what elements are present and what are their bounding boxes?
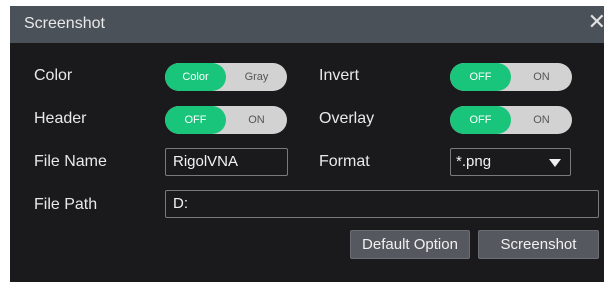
invert-option-on[interactable]: ON	[511, 63, 572, 91]
default-option-button[interactable]: Default Option	[350, 230, 470, 259]
overlay-toggle[interactable]: OFF ON	[450, 106, 572, 134]
color-option-color[interactable]: Color	[165, 63, 226, 91]
color-option-gray[interactable]: Gray	[226, 63, 287, 91]
overlay-option-on[interactable]: ON	[511, 106, 572, 134]
screenshot-dialog: Screenshot ✕ Color Color Gray Invert OFF…	[10, 6, 604, 282]
format-label: Format	[319, 153, 370, 170]
header-option-on[interactable]: ON	[226, 106, 287, 134]
color-label: Color	[34, 67, 73, 84]
file-name-label: File Name	[34, 153, 107, 170]
dialog-titlebar: Screenshot ✕	[10, 6, 604, 43]
file-path-label: File Path	[34, 196, 98, 213]
header-toggle[interactable]: OFF ON	[165, 106, 287, 134]
file-path-input[interactable]: D:	[165, 190, 599, 218]
header-label: Header	[34, 110, 87, 127]
overlay-option-off[interactable]: OFF	[450, 106, 511, 134]
file-name-input[interactable]: RigolVNA	[165, 148, 288, 176]
close-icon[interactable]: ✕	[588, 11, 604, 33]
invert-option-off[interactable]: OFF	[450, 63, 511, 91]
format-selected-value: *.png	[456, 153, 492, 170]
chevron-down-icon	[549, 159, 561, 167]
overlay-label: Overlay	[319, 110, 375, 127]
dialog-title: Screenshot	[24, 15, 105, 32]
format-select[interactable]: *.png	[450, 148, 571, 176]
invert-label: Invert	[319, 67, 360, 84]
screenshot-button[interactable]: Screenshot	[478, 230, 599, 259]
header-option-off[interactable]: OFF	[165, 106, 226, 134]
color-toggle[interactable]: Color Gray	[165, 63, 287, 91]
invert-toggle[interactable]: OFF ON	[450, 63, 572, 91]
